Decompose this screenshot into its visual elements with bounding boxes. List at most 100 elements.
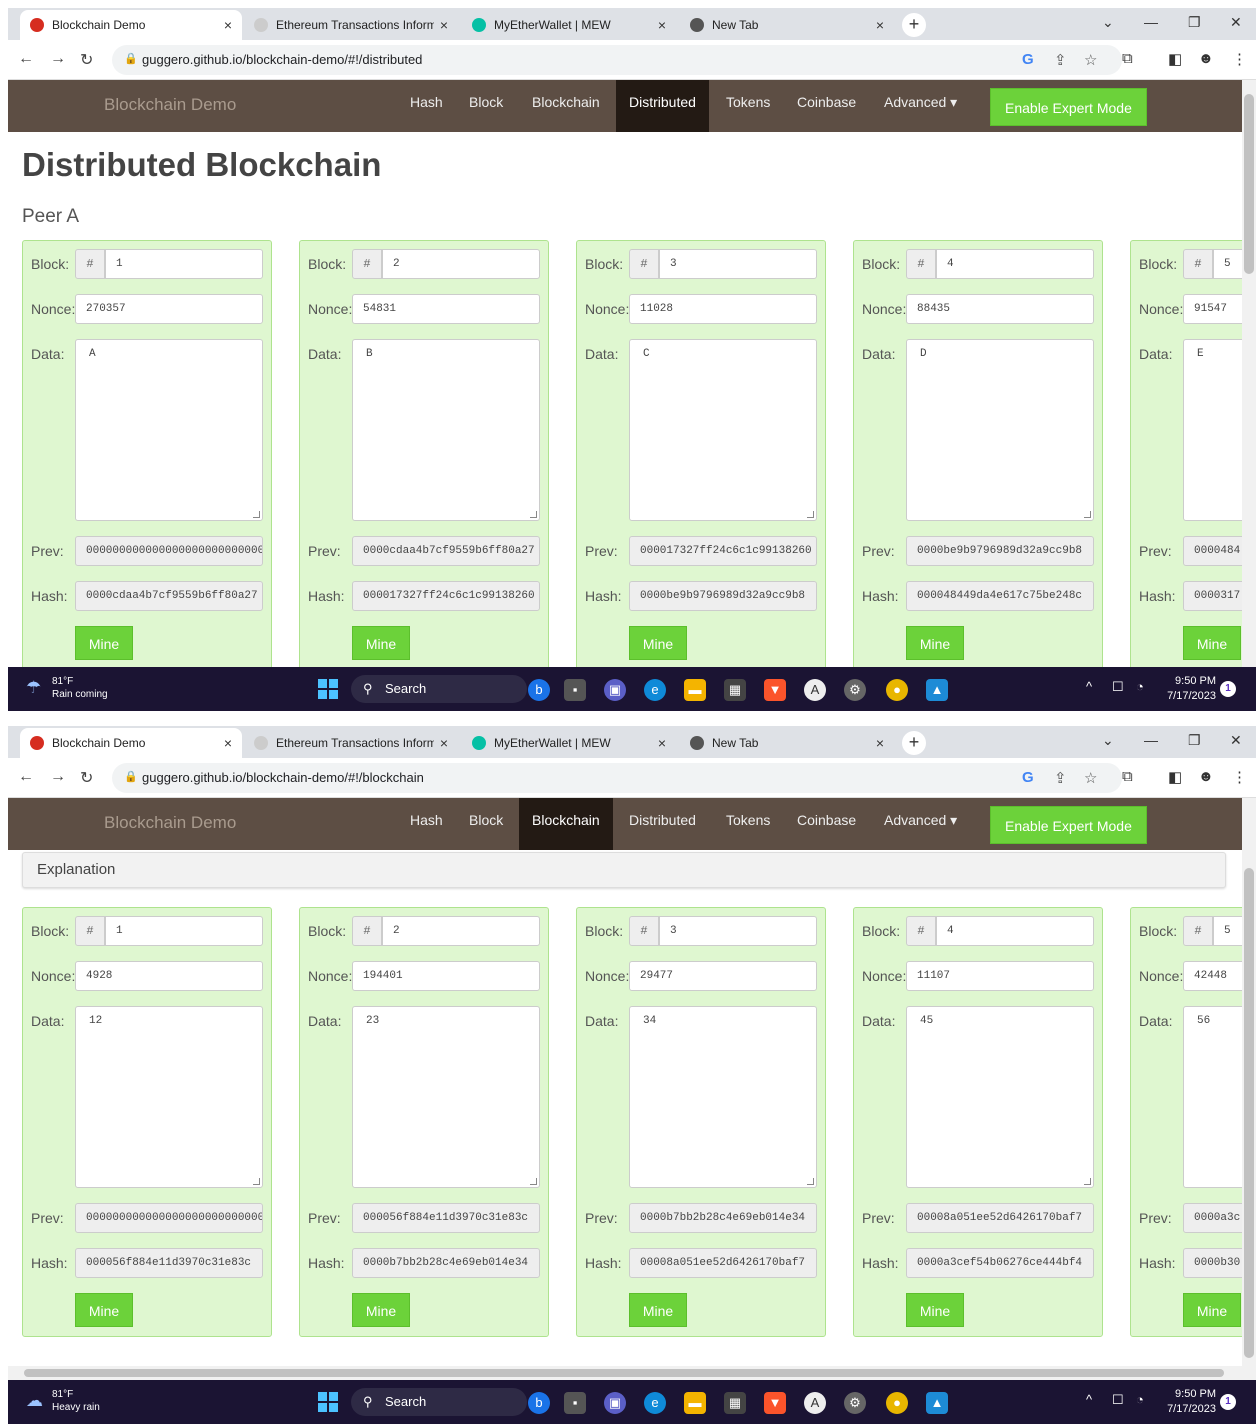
- weather-widget[interactable]: 81°F Heavy rain: [52, 1388, 100, 1414]
- nav-hash[interactable]: Hash: [397, 80, 456, 132]
- nav-tokens[interactable]: Tokens: [713, 798, 783, 850]
- data-textarea[interactable]: D: [906, 339, 1094, 521]
- weather-widget[interactable]: 81°F Rain coming: [52, 675, 108, 701]
- scrollbar-thumb[interactable]: [1244, 94, 1254, 274]
- nav-distributed[interactable]: Distributed: [616, 798, 709, 850]
- network-icon[interactable]: ☐: [1112, 679, 1124, 695]
- block-number-input[interactable]: 3: [659, 249, 817, 279]
- profile-avatar-icon[interactable]: ☻: [1198, 768, 1214, 785]
- restore-icon[interactable]: ❐: [1188, 14, 1201, 31]
- scrollbar-thumb[interactable]: [1244, 868, 1254, 1358]
- tab-new-tab[interactable]: New Tab ×: [680, 10, 894, 40]
- close-icon[interactable]: ×: [876, 735, 884, 751]
- nav-block[interactable]: Block: [456, 798, 516, 850]
- nav-advanced[interactable]: Advanced ▾: [871, 798, 970, 850]
- nav-coinbase[interactable]: Coinbase: [784, 80, 869, 132]
- notification-badge[interactable]: 1: [1220, 1394, 1236, 1410]
- volume-icon[interactable]: ◔: [1136, 679, 1144, 694]
- nav-tokens[interactable]: Tokens: [713, 80, 783, 132]
- share-icon[interactable]: ⇪: [1054, 769, 1067, 787]
- data-textarea[interactable]: C: [629, 339, 817, 521]
- tab-new-tab[interactable]: New Tab ×: [680, 728, 894, 758]
- reload-icon[interactable]: ↻: [80, 50, 93, 70]
- forward-icon[interactable]: →: [50, 768, 66, 786]
- mine-button[interactable]: Mine: [1183, 1293, 1241, 1327]
- nonce-input[interactable]: 11028: [629, 294, 817, 324]
- chrome-taskbar-icon[interactable]: ●: [886, 1392, 908, 1414]
- enable-expert-mode-button[interactable]: Enable Expert Mode: [990, 806, 1147, 844]
- nav-block[interactable]: Block: [456, 80, 516, 132]
- tab-search-icon[interactable]: ⌄: [1102, 14, 1114, 31]
- share-icon[interactable]: ⇪: [1054, 51, 1067, 69]
- extensions-icon[interactable]: ⧉: [1122, 50, 1133, 67]
- block-number-input[interactable]: 2: [382, 249, 540, 279]
- mine-button[interactable]: Mine: [629, 626, 687, 660]
- enable-expert-mode-button[interactable]: Enable Expert Mode: [990, 88, 1147, 126]
- brand[interactable]: Blockchain Demo: [104, 95, 236, 115]
- photos-icon[interactable]: ▲: [926, 679, 948, 701]
- nonce-input[interactable]: 54831: [352, 294, 540, 324]
- star-icon[interactable]: ☆: [1084, 51, 1097, 69]
- vertical-scrollbar[interactable]: [1242, 80, 1256, 667]
- clock[interactable]: 9:50 PM 7/17/2023: [1160, 674, 1216, 704]
- mine-button[interactable]: Mine: [75, 1293, 133, 1327]
- block-number-input[interactable]: 4: [936, 249, 1094, 279]
- horizontal-scrollbar-thumb[interactable]: [24, 1369, 1224, 1377]
- chrome-taskbar-icon[interactable]: ●: [886, 679, 908, 701]
- tab-search-icon[interactable]: ⌄: [1102, 732, 1114, 749]
- nav-hash[interactable]: Hash: [397, 798, 456, 850]
- block-number-input[interactable]: 3: [659, 916, 817, 946]
- nonce-input[interactable]: 91547: [1183, 294, 1242, 324]
- block-number-input[interactable]: 4: [936, 916, 1094, 946]
- menu-icon[interactable]: ⋮: [1232, 50, 1247, 68]
- block-number-input[interactable]: 1: [105, 249, 263, 279]
- block-number-input[interactable]: 5: [1213, 249, 1242, 279]
- start-button[interactable]: [318, 679, 338, 699]
- window-close-icon[interactable]: ✕: [1230, 14, 1242, 31]
- teams-icon[interactable]: ▣: [604, 679, 626, 701]
- edge-icon[interactable]: e: [644, 679, 666, 701]
- extensions-icon[interactable]: ⧉: [1122, 768, 1133, 785]
- close-icon[interactable]: ×: [224, 735, 232, 751]
- url-bar[interactable]: 🔒 guggero.github.io/blockchain-demo/#!/d…: [112, 45, 1122, 75]
- network-icon[interactable]: ☐: [1112, 1392, 1124, 1408]
- block-number-input[interactable]: 5: [1213, 916, 1242, 946]
- window-close-icon[interactable]: ✕: [1230, 732, 1242, 749]
- new-tab-button[interactable]: +: [902, 731, 926, 755]
- app-icon[interactable]: A: [804, 1392, 826, 1414]
- reload-icon[interactable]: ↻: [80, 768, 93, 788]
- forward-icon[interactable]: →: [50, 50, 66, 68]
- settings-icon[interactable]: ⚙: [844, 1392, 866, 1414]
- brand[interactable]: Blockchain Demo: [104, 813, 236, 833]
- menu-icon[interactable]: ⋮: [1232, 768, 1247, 786]
- teams-icon[interactable]: ▣: [604, 1392, 626, 1414]
- store-icon[interactable]: ▦: [724, 1392, 746, 1414]
- close-icon[interactable]: ×: [440, 735, 448, 751]
- mine-button[interactable]: Mine: [1183, 626, 1241, 660]
- bing-icon[interactable]: b: [528, 1392, 550, 1414]
- mine-button[interactable]: Mine: [906, 1293, 964, 1327]
- data-textarea[interactable]: B: [352, 339, 540, 521]
- nonce-input[interactable]: 29477: [629, 961, 817, 991]
- close-icon[interactable]: ×: [658, 735, 666, 751]
- tray-chevron-icon[interactable]: ^: [1086, 1392, 1092, 1407]
- explanation-panel[interactable]: Explanation: [22, 852, 1226, 888]
- task-view-icon[interactable]: ▪: [564, 1392, 586, 1414]
- sidepanel-icon[interactable]: ◧: [1168, 50, 1182, 68]
- mine-button[interactable]: Mine: [75, 626, 133, 660]
- restore-icon[interactable]: ❐: [1188, 732, 1201, 749]
- data-textarea[interactable]: 45: [906, 1006, 1094, 1188]
- nav-advanced[interactable]: Advanced ▾: [871, 80, 970, 132]
- mine-button[interactable]: Mine: [629, 1293, 687, 1327]
- back-icon[interactable]: ←: [18, 50, 34, 68]
- notification-badge[interactable]: 1: [1220, 681, 1236, 697]
- new-tab-button[interactable]: +: [902, 13, 926, 37]
- nonce-input[interactable]: 270357: [75, 294, 263, 324]
- url-bar[interactable]: 🔒 guggero.github.io/blockchain-demo/#!/b…: [112, 763, 1122, 793]
- mine-button[interactable]: Mine: [906, 626, 964, 660]
- horizontal-scrollbar[interactable]: [8, 1366, 1256, 1380]
- tab-blockchain-demo[interactable]: Blockchain Demo ×: [20, 10, 242, 40]
- tab-ethereum-transactions[interactable]: Ethereum Transactions Informat ×: [244, 10, 458, 40]
- tray-chevron-icon[interactable]: ^: [1086, 679, 1092, 694]
- vertical-scrollbar[interactable]: [1242, 798, 1256, 1366]
